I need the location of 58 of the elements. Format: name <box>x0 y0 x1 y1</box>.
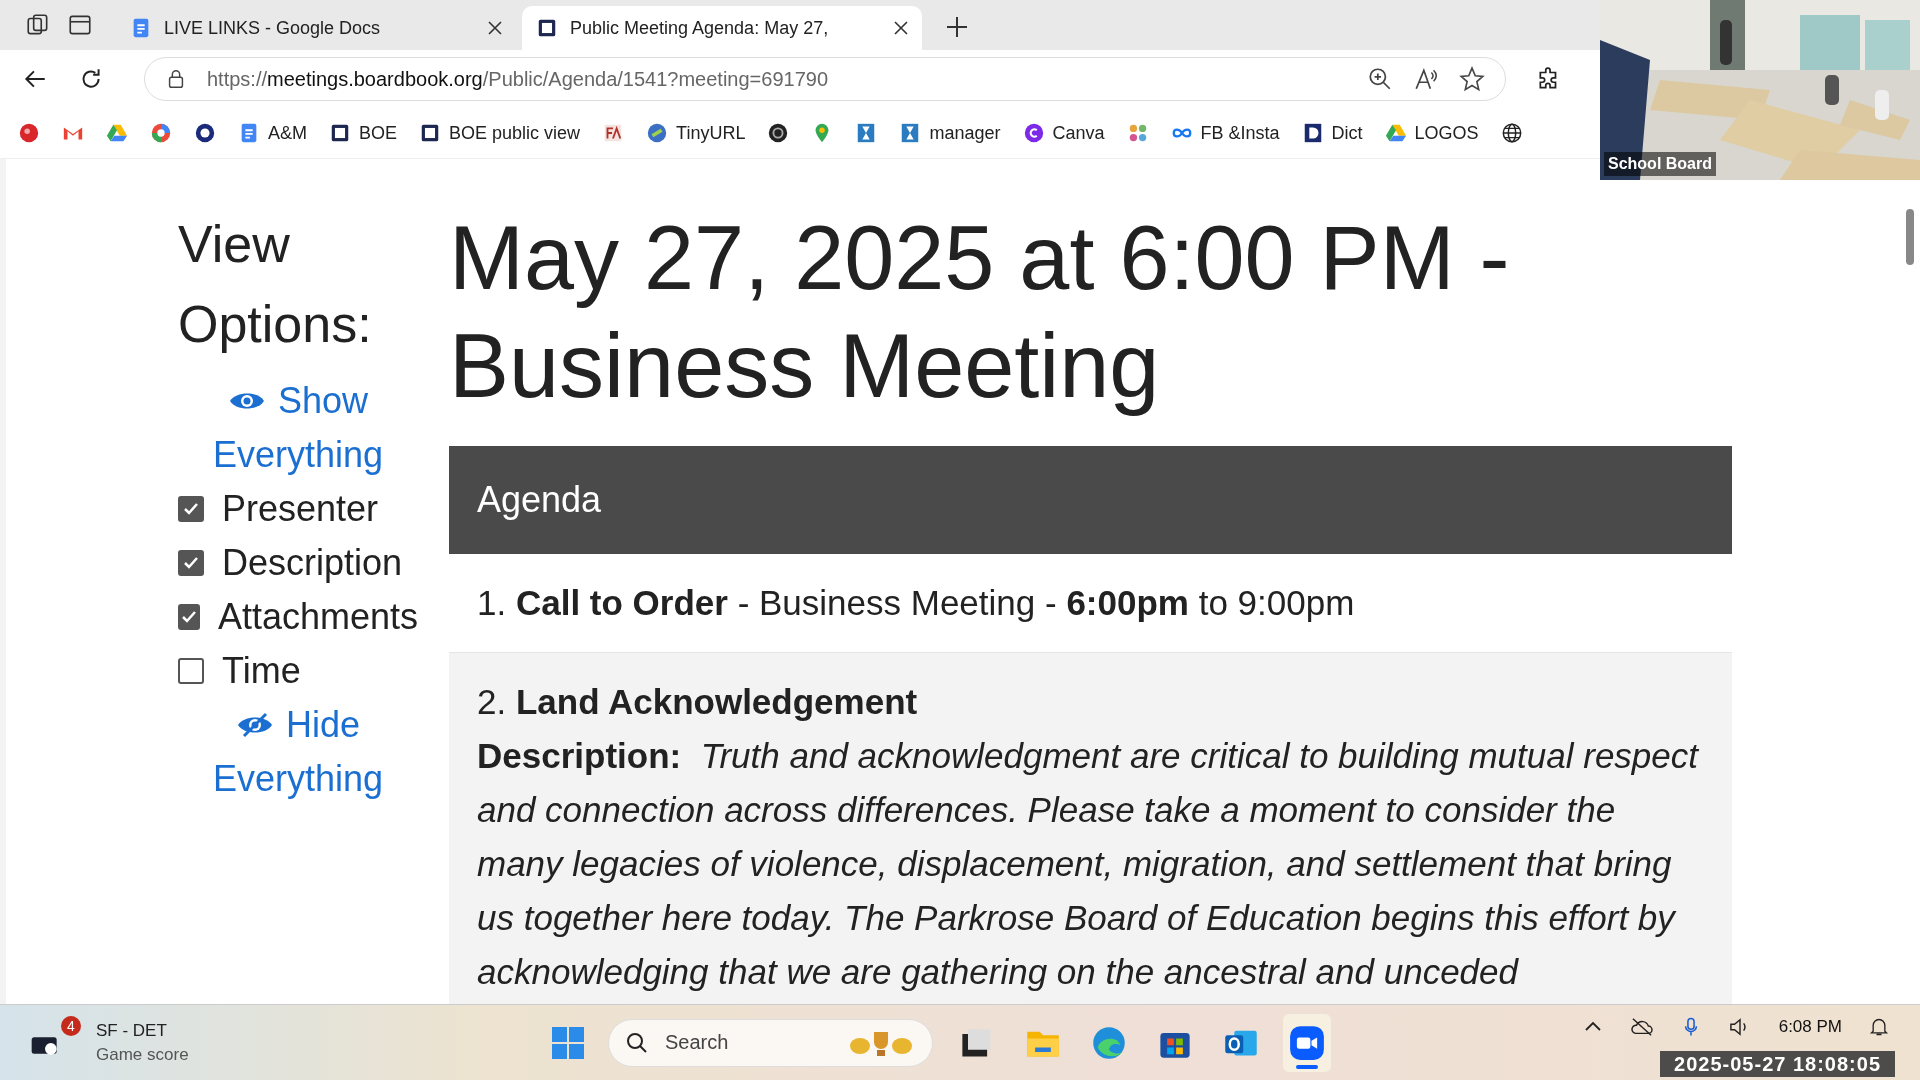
bookmark-icon <box>106 122 128 144</box>
cloud-off-icon[interactable] <box>1628 1017 1655 1037</box>
bookmark[interactable]: BOE <box>329 122 398 144</box>
widget-title: SF - DET <box>96 1019 168 1042</box>
notification-badge: 4 <box>61 1015 81 1036</box>
meeting-title: May 27, 2025 at 6:00 PM - Business Meeting <box>449 207 1511 418</box>
start-icon[interactable] <box>550 1024 586 1061</box>
bookmark-icon <box>18 122 40 144</box>
agenda-header: Agenda <box>449 446 1732 554</box>
close-icon[interactable] <box>894 21 908 35</box>
bookmark-icon <box>536 17 558 39</box>
bookmark-icon <box>1022 122 1045 144</box>
hide-everything-link[interactable]: Hide Everything <box>178 698 418 806</box>
star-icon[interactable] <box>1459 66 1485 92</box>
bookmark[interactable]: Dict <box>1301 122 1363 144</box>
zoom-in-icon[interactable] <box>1367 66 1393 92</box>
view-options-title: View Options: <box>178 214 373 355</box>
option-label: Time <box>222 649 301 693</box>
show-everything-link[interactable]: Show Everything <box>178 374 418 482</box>
search-icon <box>625 1030 649 1055</box>
agenda-item-heading: 2. Land Acknowledgement <box>477 681 919 723</box>
clock-time[interactable]: 6:08 PM <box>1778 1017 1842 1037</box>
bookmark-icon <box>329 122 351 144</box>
agenda-item-description: Description: Truth and acknowledgment are critical to building mutual respect and connection across differences. Please take a moment to consider the many legacies of violence, displacement, migration, and settlement that bring us together here today. The Parkrose Board of Education begins this effort by acknowledging that we are gathering on the ancestral and unceded <box>477 735 1700 993</box>
bookmark-icon <box>194 122 216 144</box>
option-label: Attachments <box>218 595 419 639</box>
bookmark[interactable]: LOGOS <box>1384 122 1479 144</box>
checkbox[interactable] <box>178 496 204 522</box>
option-label: Presenter <box>222 487 379 531</box>
bookmark-icon <box>150 122 172 144</box>
option-label: Description <box>222 541 403 585</box>
agenda-item-heading: 1. Call to Order - Business Meeting - 6:00pm to 9:00pm <box>477 582 1356 624</box>
checkbox[interactable] <box>178 604 200 630</box>
checkbox[interactable] <box>178 550 204 576</box>
bookmark[interactable]: TinyURL <box>646 122 746 144</box>
browser-tab[interactable]: LIVE LINKS - Google Docs <box>116 6 516 50</box>
participant-name: School Board <box>1604 152 1716 176</box>
bookmark[interactable]: FB &Insta <box>1170 122 1280 144</box>
bookmark[interactable]: manager <box>899 122 1001 144</box>
bookmark[interactable]: BOE public view <box>419 122 581 144</box>
search-box[interactable]: Search <box>608 1018 933 1067</box>
read-aloud-icon[interactable] <box>1413 66 1439 92</box>
bookmark-icon <box>767 122 790 144</box>
recording-timestamp: 2025-05-27 18:08:05 <box>1660 1051 1895 1077</box>
bell-icon[interactable] <box>1868 1017 1890 1037</box>
video-camera-icon <box>1289 1024 1325 1061</box>
bookmark-icon <box>1500 122 1523 144</box>
close-icon[interactable] <box>488 21 502 35</box>
search-field[interactable]: Search <box>663 1030 832 1055</box>
bookmark-icon <box>646 122 669 144</box>
bookmark[interactable]: A&M <box>238 122 307 144</box>
eye-slash-icon <box>235 712 274 738</box>
checkbox[interactable] <box>178 658 204 684</box>
edge-icon <box>1091 1024 1127 1061</box>
widget-subtitle: Game score <box>96 1043 189 1066</box>
browser-tab[interactable]: Public Meeting Agenda: May 27, <box>522 6 922 50</box>
bookmark[interactable]: Canva <box>1022 122 1105 144</box>
bookmark-icon <box>1384 122 1407 144</box>
